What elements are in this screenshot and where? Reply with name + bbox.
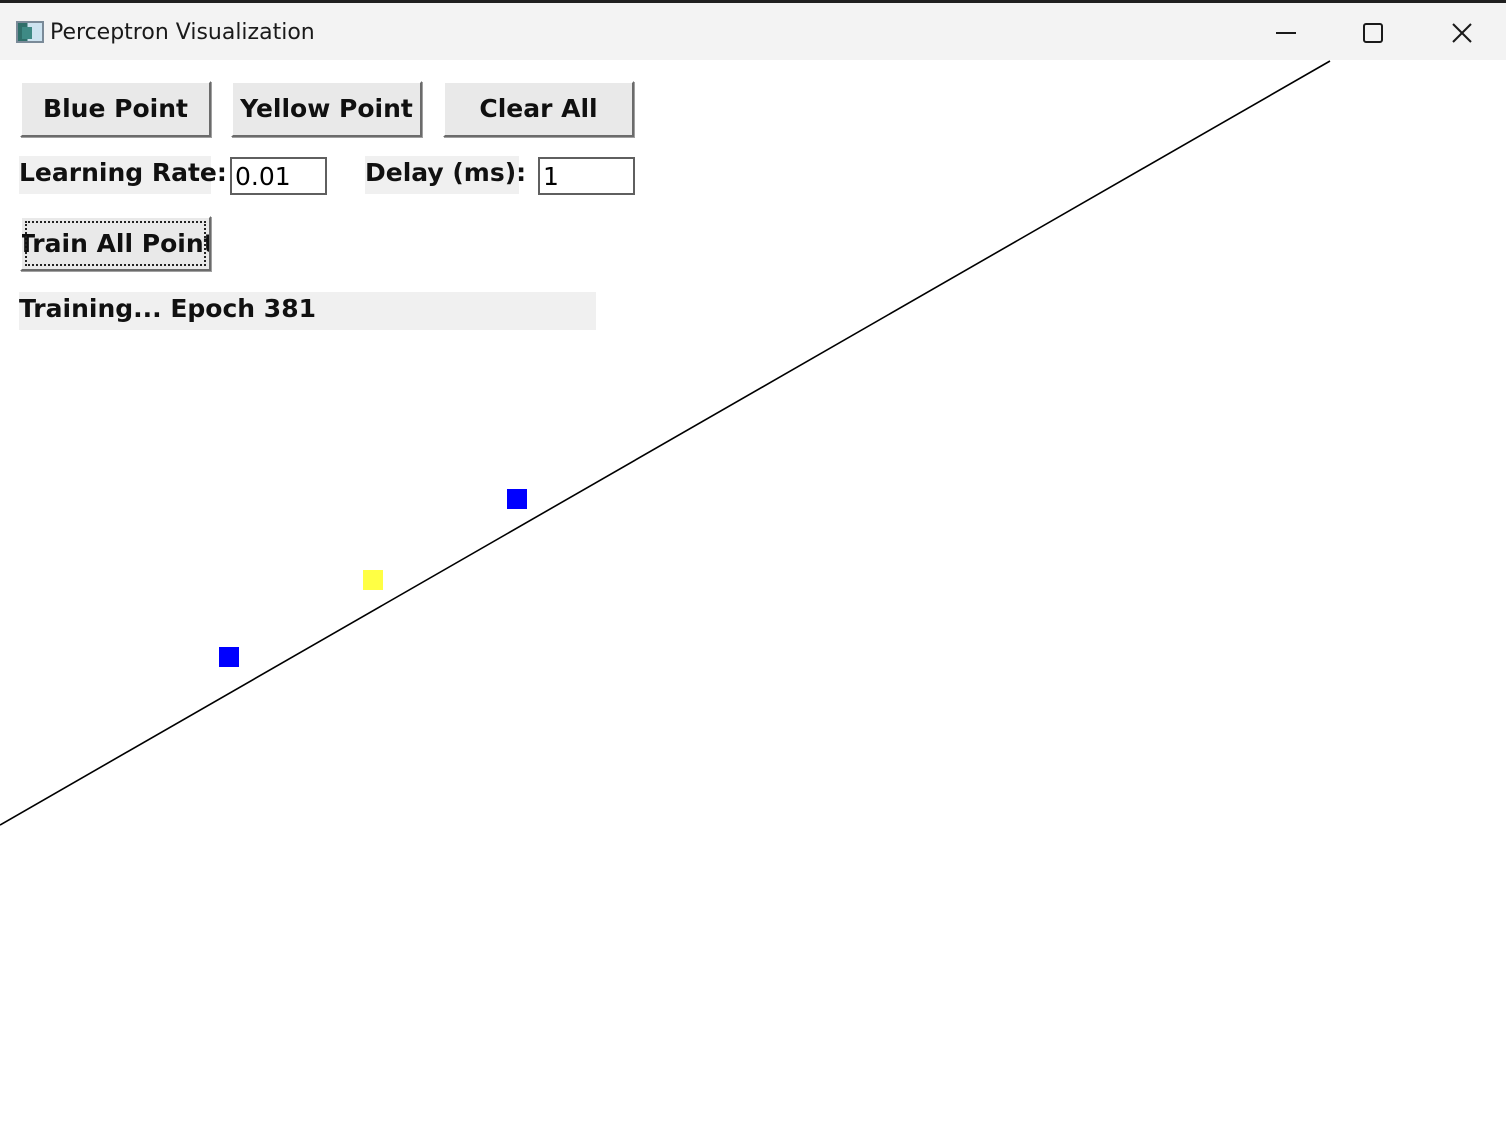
app-window: Perceptron Visualization Blue Point Yell…	[0, 0, 1506, 1122]
canvas-area[interactable]: Blue Point Yellow Point Clear All Learni…	[0, 60, 1506, 1122]
plot-canvas[interactable]	[0, 60, 1506, 1122]
yellow-point-button[interactable]: Yellow Point	[231, 81, 422, 137]
maximize-icon	[1363, 23, 1383, 43]
learning-rate-input[interactable]	[230, 157, 327, 195]
delay-input[interactable]	[538, 157, 635, 195]
delay-label: Delay (ms):	[365, 156, 526, 194]
status-label: Training... Epoch 381	[19, 292, 596, 330]
window-title: Perceptron Visualization	[50, 20, 315, 45]
blue-point	[219, 647, 239, 667]
blue-point-button[interactable]: Blue Point	[20, 81, 211, 137]
app-icon	[16, 21, 44, 43]
learning-rate-label: Learning Rate:	[19, 156, 227, 194]
yellow-point	[363, 570, 383, 590]
blue-point	[507, 489, 527, 509]
minimize-button[interactable]	[1242, 6, 1330, 60]
title-bar[interactable]: Perceptron Visualization	[0, 0, 1506, 60]
clear-all-button[interactable]: Clear All	[443, 81, 634, 137]
minimize-icon	[1276, 32, 1296, 34]
maximize-button[interactable]	[1330, 6, 1418, 60]
close-button[interactable]	[1418, 6, 1506, 60]
train-all-points-button[interactable]: Train All Points	[20, 216, 211, 271]
train-all-points-label: Train All Points	[20, 229, 209, 258]
close-icon	[1452, 23, 1472, 43]
